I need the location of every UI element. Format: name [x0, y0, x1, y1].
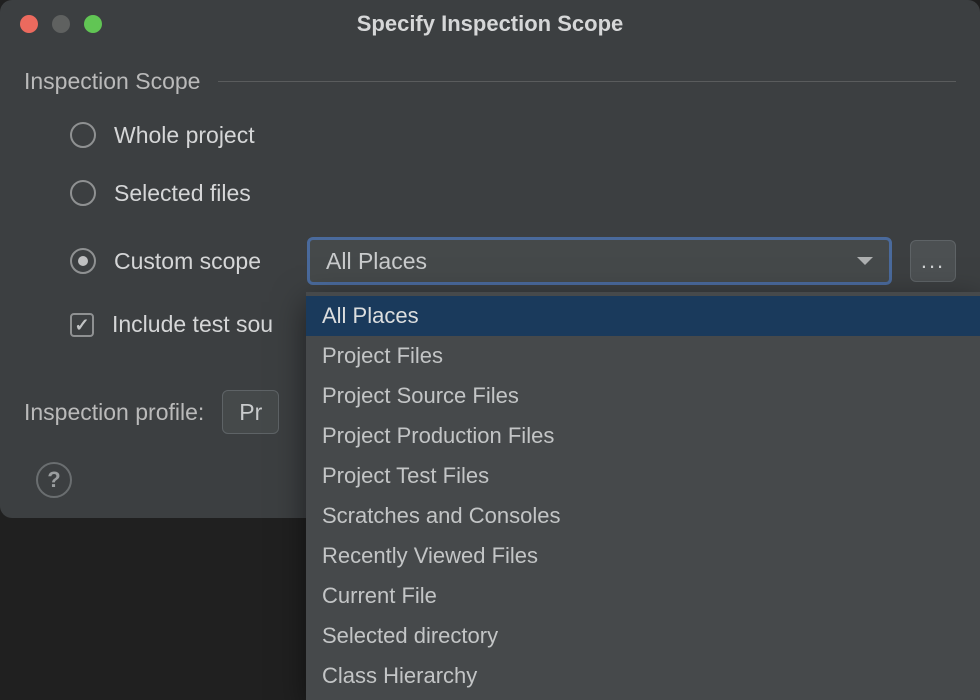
radio-whole-project[interactable] [70, 122, 96, 148]
dropdown-item[interactable]: Project Files [306, 336, 980, 376]
scope-dropdown: All PlacesProject FilesProject Source Fi… [306, 292, 980, 700]
radio-custom-scope-row: Custom scope All Places ... [70, 237, 956, 285]
section-divider [218, 81, 956, 82]
custom-scope-combo[interactable]: All Places [307, 237, 892, 285]
section-title: Inspection Scope [24, 68, 200, 95]
radio-custom-scope[interactable] [70, 248, 96, 274]
dropdown-item[interactable]: Recently Viewed Files [306, 536, 980, 576]
radio-selected-files-row[interactable]: Selected files [70, 179, 956, 207]
dropdown-item[interactable]: Project Source Files [306, 376, 980, 416]
inspection-profile-value: Pr [239, 399, 262, 426]
inspection-profile-combo[interactable]: Pr [222, 390, 279, 434]
scope-ellipsis-button[interactable]: ... [910, 240, 956, 282]
section-header: Inspection Scope [24, 68, 956, 95]
dropdown-item[interactable]: Scratches and Consoles [306, 496, 980, 536]
radio-whole-project-row[interactable]: Whole project [70, 121, 956, 149]
inspection-profile-label: Inspection profile: [24, 399, 204, 426]
radio-selected-files-label: Selected files [114, 180, 251, 207]
help-icon: ? [47, 467, 60, 493]
dropdown-item[interactable]: Current File [306, 576, 980, 616]
scope-radio-group: Whole project Selected files Custom scop… [24, 121, 956, 285]
minimize-icon[interactable] [52, 15, 70, 33]
window-title: Specify Inspection Scope [0, 11, 980, 37]
dropdown-item[interactable]: Class Hierarchy [306, 656, 980, 696]
close-icon[interactable] [20, 15, 38, 33]
maximize-icon[interactable] [84, 15, 102, 33]
dropdown-item[interactable]: Selected directory [306, 616, 980, 656]
custom-scope-value: All Places [326, 248, 427, 275]
dropdown-item[interactable]: Project Production Files [306, 416, 980, 456]
help-button[interactable]: ? [36, 462, 72, 498]
ellipsis-icon: ... [921, 248, 945, 274]
radio-whole-project-label: Whole project [114, 122, 255, 149]
include-test-checkbox[interactable] [70, 313, 94, 337]
dropdown-item[interactable]: Project Test Files [306, 456, 980, 496]
traffic-lights [0, 15, 102, 33]
dropdown-item[interactable]: All Places [306, 296, 980, 336]
radio-selected-files[interactable] [70, 180, 96, 206]
include-test-label: Include test sou [112, 311, 273, 338]
chevron-down-icon [857, 257, 873, 265]
radio-custom-scope-label: Custom scope [114, 248, 289, 275]
titlebar: Specify Inspection Scope [0, 0, 980, 48]
